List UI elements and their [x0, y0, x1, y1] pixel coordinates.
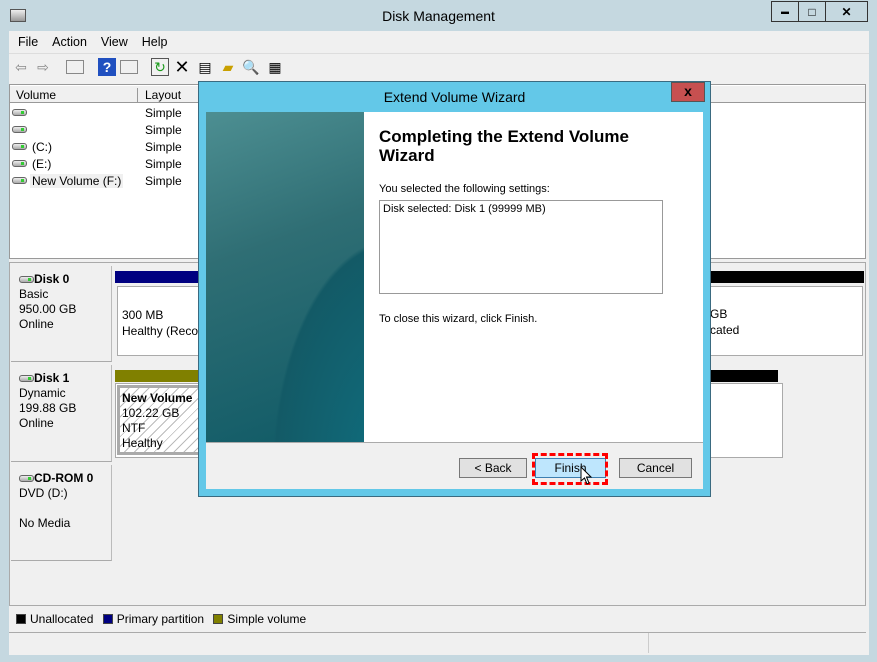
- open-icon[interactable]: ▰: [219, 58, 237, 76]
- minimize-button[interactable]: ▬: [771, 1, 799, 22]
- cancel-button[interactable]: Cancel: [619, 458, 692, 478]
- back-icon[interactable]: ⇦: [12, 58, 30, 76]
- legend-swatch-unallocated: [16, 614, 26, 624]
- selected-settings-label: You selected the following settings:: [379, 183, 550, 195]
- disk-1-simple-bar: [115, 370, 205, 382]
- wizard-banner-image: [206, 112, 364, 442]
- disk-1-new-volume[interactable]: New Volume 102.22 GB NTF Healthy: [117, 385, 207, 455]
- cursor-icon: [580, 466, 593, 485]
- disk-1-label[interactable]: Disk 1 Dynamic 199.88 GB Online: [11, 365, 112, 462]
- volume-icon: [12, 109, 27, 116]
- status-bar: [9, 632, 866, 653]
- menu-action[interactable]: Action: [52, 35, 87, 49]
- volume-icon: [12, 126, 27, 133]
- refresh-icon[interactable]: ↻: [151, 58, 169, 76]
- console-tree-icon[interactable]: [66, 60, 84, 74]
- menu-view[interactable]: View: [101, 35, 128, 49]
- column-volume[interactable]: Volume: [16, 88, 138, 102]
- delete-icon[interactable]: ✕: [173, 57, 191, 77]
- list-item[interactable]: (E:) Simple: [12, 156, 202, 173]
- close-hint: To close this wizard, click Finish.: [379, 313, 538, 325]
- status-divider: [648, 633, 649, 653]
- disk-0-label[interactable]: Disk 0 Basic 950.00 GB Online: [11, 266, 112, 362]
- disk-0-primary-bar: [115, 271, 205, 283]
- volume-icon: [12, 160, 27, 167]
- list-item[interactable]: (C:) Simple: [12, 139, 202, 156]
- back-button[interactable]: < Back: [459, 458, 527, 478]
- settings-icon[interactable]: ▦: [266, 58, 284, 76]
- disk-0-unallocated[interactable]: GB cated: [710, 306, 739, 338]
- help-icon[interactable]: ?: [98, 58, 116, 76]
- properties-icon[interactable]: ▤: [196, 58, 214, 76]
- search-icon[interactable]: 🔍: [242, 58, 260, 76]
- menu-help[interactable]: Help: [142, 35, 168, 49]
- window-title: Disk Management: [382, 8, 495, 24]
- disk-icon: [19, 276, 34, 283]
- menu-file[interactable]: File: [18, 35, 38, 49]
- toolbar-divider: [9, 53, 869, 54]
- disk-icon: [19, 375, 34, 382]
- list-item[interactable]: Simple: [12, 105, 202, 122]
- maximize-button[interactable]: □: [798, 1, 826, 22]
- cdrom-0-label[interactable]: CD-ROM 0 DVD (D:) No Media: [11, 465, 112, 561]
- legend-swatch-primary: [102, 614, 113, 624]
- dialog-close-button[interactable]: x: [671, 82, 705, 102]
- list-item[interactable]: Simple: [12, 122, 202, 139]
- volume-icon: [12, 143, 27, 150]
- wizard-heading: Completing the Extend Volume Wizard: [379, 127, 629, 165]
- settings-textbox[interactable]: Disk selected: Disk 1 (99999 MB): [379, 200, 663, 294]
- menu-bar: File Action View Help: [18, 35, 182, 49]
- forward-icon[interactable]: ⇨: [34, 58, 52, 76]
- volume-icon: [12, 177, 27, 184]
- list-item[interactable]: New Volume (F:) Simple: [12, 173, 202, 190]
- action-pane-icon[interactable]: [120, 60, 138, 74]
- dialog-title: Extend Volume Wizard: [383, 89, 526, 105]
- cdrom-icon: [19, 475, 34, 482]
- highlight-box: [532, 453, 608, 485]
- column-layout[interactable]: Layout: [145, 88, 181, 102]
- legend-swatch-simple: [213, 614, 224, 624]
- legend: Unallocated Primary partition Simple vol…: [16, 612, 306, 626]
- close-button[interactable]: ✕: [825, 1, 868, 22]
